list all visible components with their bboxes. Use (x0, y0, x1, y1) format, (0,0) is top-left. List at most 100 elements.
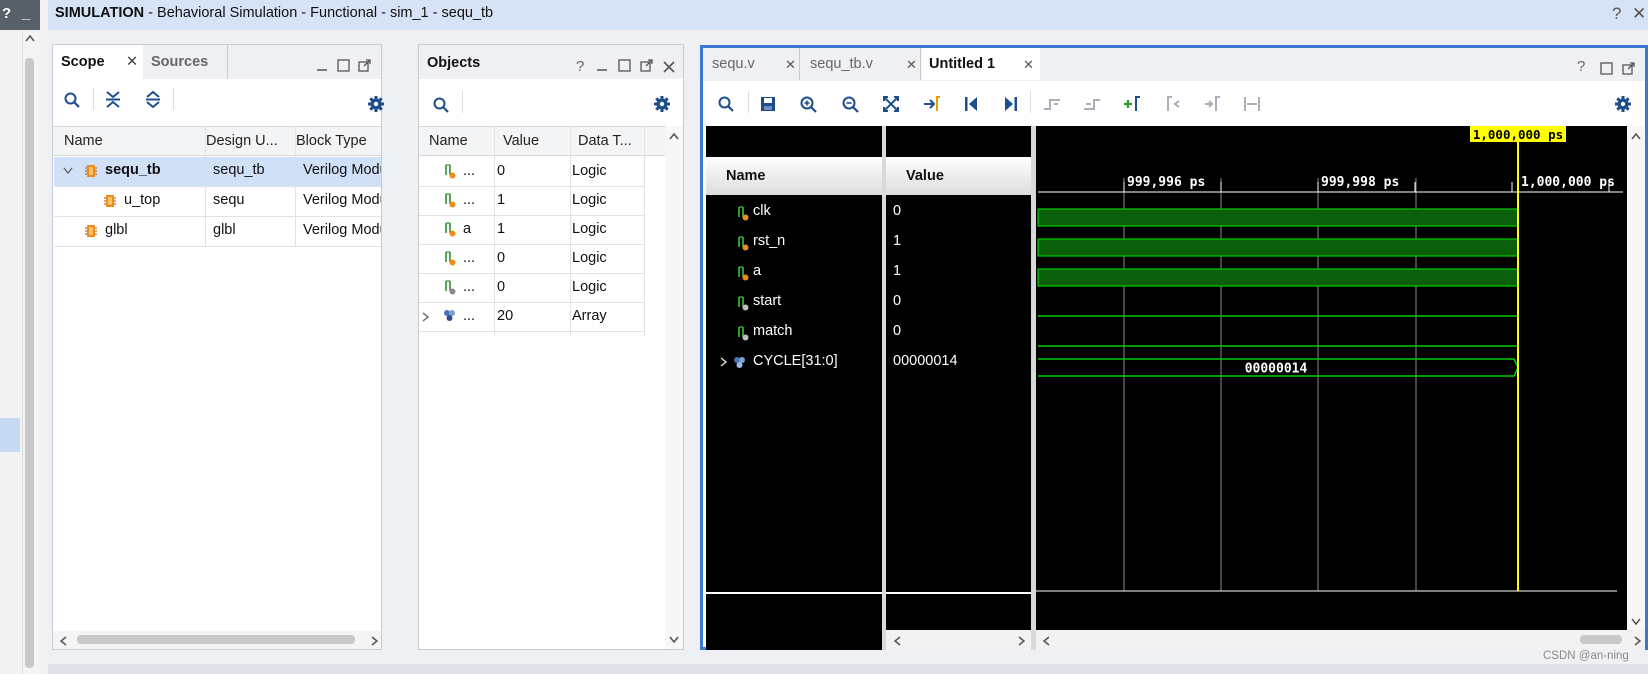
column-header-value[interactable]: Value (503, 133, 539, 149)
minimize-panel-icon[interactable] (316, 60, 328, 72)
object-row-name: ... (463, 250, 476, 266)
column-header-block-type[interactable]: Block Type (296, 133, 367, 149)
search-icon[interactable] (718, 96, 734, 112)
horizontal-scrollbar[interactable] (886, 630, 1031, 650)
tab-untitled-1[interactable]: Untitled 1 ✕ (922, 48, 1040, 80)
waveform-plot[interactable]: 999,996 ps 999,998 ps 1,000,000 ps 00000014… (1036, 126, 1627, 630)
close-icon[interactable] (663, 61, 675, 73)
signal-name[interactable]: rst_n (753, 233, 785, 249)
tab-scope[interactable]: Scope ✕ (53, 45, 143, 79)
waveform-canvas[interactable]: 999,996 ps 999,998 ps 1,000,000 ps 00000014… (1036, 126, 1627, 630)
signal-name[interactable]: clk (753, 203, 771, 219)
go-to-cursor-icon[interactable] (923, 96, 941, 112)
module-icon (85, 224, 97, 238)
help-icon[interactable]: ? (1577, 58, 1585, 75)
close-icon[interactable]: ✕ (1023, 57, 1034, 73)
scrollbar-thumb[interactable] (25, 58, 34, 668)
row-divider (54, 246, 381, 247)
next-marker-icon[interactable] (1203, 96, 1221, 112)
go-to-start-icon[interactable] (963, 96, 979, 112)
name-value-splitter[interactable] (882, 126, 886, 650)
scroll-down-icon[interactable] (669, 636, 679, 644)
scroll-up-icon[interactable] (25, 34, 35, 42)
float-panel-icon[interactable] (358, 59, 371, 72)
column-header-data-type[interactable]: Data T... (578, 133, 632, 149)
chevron-right-icon[interactable] (422, 312, 430, 322)
object-row-data-type: Logic (572, 192, 607, 208)
gear-icon[interactable] (653, 95, 671, 113)
signal-name[interactable]: CYCLE[31:0] (753, 353, 838, 369)
next-transition-icon[interactable] (1083, 97, 1101, 111)
object-row-value: 0 (497, 279, 506, 295)
title-help-icon[interactable]: ? (1612, 4, 1621, 24)
help-icon[interactable]: ? (576, 58, 584, 75)
swap-cursors-icon[interactable] (1243, 96, 1261, 112)
zoom-in-icon[interactable] (800, 96, 817, 113)
help-icon[interactable]: ? (2, 5, 11, 22)
minimize-panel-icon[interactable] (596, 60, 608, 72)
scroll-up-icon[interactable] (669, 132, 679, 140)
maximize-panel-icon[interactable] (618, 59, 631, 72)
scrollbar-thumb[interactable] (77, 635, 355, 644)
toolbar-separator (173, 88, 174, 110)
float-panel-icon[interactable] (640, 59, 653, 72)
toolbar-separator (1030, 91, 1031, 113)
chevron-down-icon[interactable] (63, 167, 73, 175)
scroll-down-icon[interactable] (1631, 618, 1641, 626)
scroll-right-icon[interactable] (371, 636, 379, 646)
objects-table-header: Name Value Data T... (419, 126, 665, 156)
expand-all-icon[interactable] (145, 91, 161, 108)
signal-name[interactable]: a (753, 263, 761, 279)
signal-name[interactable]: match (753, 323, 793, 339)
tab-scope-label: Scope (61, 54, 105, 70)
collapsed-panel-header[interactable]: ? _ (0, 0, 40, 30)
gear-icon[interactable] (367, 95, 385, 113)
close-icon[interactable]: ✕ (126, 54, 138, 70)
input-signal-icon (736, 265, 750, 281)
vertical-scrollbar[interactable] (665, 126, 683, 649)
horizontal-scrollbar[interactable] (1036, 630, 1645, 650)
add-marker-icon[interactable] (1123, 96, 1141, 112)
scroll-right-icon[interactable] (1018, 636, 1026, 646)
signal-name[interactable]: start (753, 293, 781, 309)
column-header-name[interactable]: Name (429, 133, 468, 149)
scrollbar-thumb[interactable] (1580, 635, 1622, 644)
gear-icon[interactable] (1614, 95, 1632, 113)
search-icon[interactable] (433, 97, 449, 113)
tab-sources[interactable]: Sources (143, 45, 228, 79)
title-close-icon[interactable]: ✕ (1632, 4, 1646, 24)
minimize-icon[interactable]: _ (22, 5, 30, 22)
scroll-up-icon[interactable] (1631, 132, 1641, 140)
name-column-header[interactable]: Name (706, 157, 882, 195)
close-icon[interactable]: ✕ (906, 57, 917, 73)
go-to-end-icon[interactable] (1003, 96, 1019, 112)
vertical-scrollbar[interactable] (1627, 126, 1645, 630)
scroll-left-icon[interactable] (1042, 636, 1050, 646)
signal-value: 0 (893, 293, 902, 309)
scroll-left-icon[interactable] (893, 636, 901, 646)
selected-side-item[interactable] (0, 418, 20, 452)
float-panel-icon[interactable] (1622, 62, 1635, 75)
search-icon[interactable] (64, 92, 80, 108)
input-signal-icon (736, 205, 750, 221)
zoom-out-icon[interactable] (842, 96, 859, 113)
tab-sequ-tb-v[interactable]: sequ_tb.v ✕ (801, 48, 921, 80)
previous-marker-icon[interactable] (1163, 96, 1181, 112)
previous-transition-icon[interactable] (1043, 97, 1061, 111)
scroll-right-icon[interactable] (1634, 636, 1642, 646)
collapse-all-icon[interactable] (105, 91, 121, 108)
object-row-value: 0 (497, 250, 506, 266)
close-icon[interactable]: ✕ (785, 57, 796, 73)
column-header-name[interactable]: Name (64, 133, 103, 149)
scope-row-name: u_top (124, 192, 161, 208)
zoom-fit-icon[interactable] (883, 96, 899, 112)
tab-sequ-v[interactable]: sequ.v ✕ (703, 48, 800, 80)
save-icon[interactable] (760, 96, 776, 112)
maximize-panel-icon[interactable] (337, 59, 350, 72)
value-column-header[interactable]: Value (886, 157, 1031, 195)
scope-row-block-type: Verilog Module (303, 192, 381, 208)
column-header-design-unit[interactable]: Design U... (206, 133, 278, 149)
maximize-panel-icon[interactable] (1600, 62, 1613, 75)
chevron-right-icon[interactable] (720, 357, 728, 367)
scroll-left-icon[interactable] (59, 636, 67, 646)
